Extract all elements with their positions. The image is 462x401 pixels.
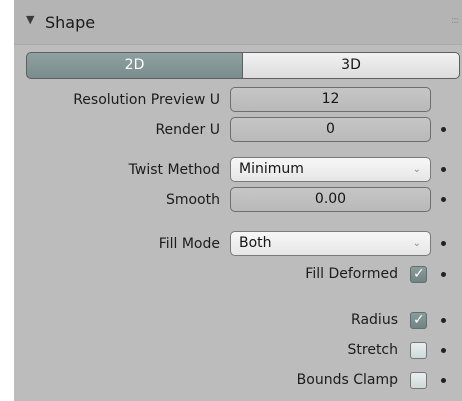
render-u-label: Render U	[155, 122, 220, 138]
panel-header[interactable]: ▼ Shape :::	[14, 0, 462, 45]
smooth-label: Smooth	[165, 192, 220, 208]
mode-3d-button[interactable]: 3D	[242, 52, 460, 79]
smooth-field[interactable]: 0.00	[230, 187, 431, 212]
drag-grip-icon[interactable]: :::	[451, 15, 459, 26]
keyframe-dot-icon[interactable]	[441, 241, 446, 246]
twist-method-label: Twist Method	[128, 162, 220, 178]
keyframe-dot-icon[interactable]	[441, 318, 446, 323]
shape-panel: ▼ Shape ::: 2D 3D Resolution Preview U 1…	[14, 0, 462, 401]
fill-mode-label: Fill Mode	[158, 236, 220, 252]
chevron-down-icon: ⌄	[412, 238, 421, 249]
bounds-clamp-checkbox[interactable]	[410, 372, 427, 389]
mode-2d-button[interactable]: 2D	[26, 52, 243, 79]
radius-label: Radius	[351, 312, 398, 328]
chevron-down-icon: ⌄	[412, 164, 421, 175]
twist-method-dropdown[interactable]: Minimum ⌄	[230, 157, 431, 182]
keyframe-dot-icon[interactable]	[441, 127, 446, 132]
keyframe-dot-icon[interactable]	[441, 348, 446, 353]
check-icon: ✓	[413, 312, 425, 328]
resolution-preview-u-field[interactable]: 12	[230, 87, 431, 112]
stretch-checkbox[interactable]	[410, 342, 427, 359]
resolution-preview-u-label: Resolution Preview U	[73, 92, 220, 108]
render-u-field[interactable]: 0	[230, 117, 431, 142]
panel-title: Shape	[45, 13, 96, 32]
radius-checkbox[interactable]: ✓	[410, 312, 427, 329]
keyframe-dot-icon[interactable]	[441, 197, 446, 202]
fill-deformed-checkbox[interactable]: ✓	[410, 266, 427, 283]
keyframe-dot-icon[interactable]	[441, 378, 446, 383]
check-icon: ✓	[413, 266, 425, 282]
bounds-clamp-label: Bounds Clamp	[296, 372, 398, 388]
triangle-down-icon[interactable]: ▼	[26, 13, 34, 26]
fill-deformed-label: Fill Deformed	[305, 266, 398, 282]
fill-mode-value: Both	[239, 235, 272, 251]
stretch-label: Stretch	[347, 342, 399, 358]
keyframe-dot-icon[interactable]	[441, 167, 446, 172]
fill-mode-dropdown[interactable]: Both ⌄	[230, 231, 431, 256]
keyframe-dot-icon[interactable]	[441, 272, 446, 277]
twist-method-value: Minimum	[239, 161, 304, 177]
